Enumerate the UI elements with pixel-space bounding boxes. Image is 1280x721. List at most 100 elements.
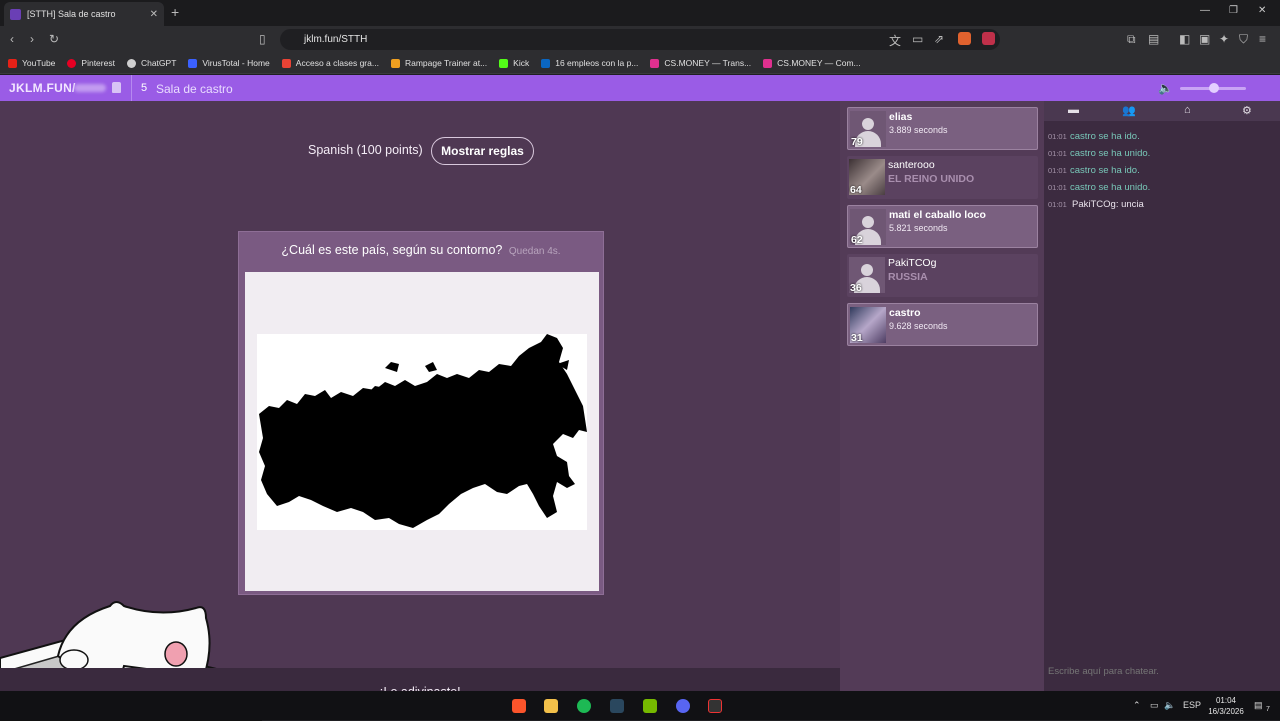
tab-title: [STTH] Sala de castro: [27, 9, 116, 19]
volume-icon[interactable]: 🔈: [1158, 81, 1173, 95]
player-card: 64 santerooo EL REINO UNIDO: [847, 156, 1038, 199]
sidebar-icon[interactable]: ◧: [1179, 32, 1190, 46]
cast-icon[interactable]: ▭: [912, 32, 923, 46]
chat-message: 01:01 castro se ha unido.: [1048, 182, 1151, 193]
players-tab-icon[interactable]: 👥: [1122, 104, 1136, 117]
player-card: 31 castro 9.628 seconds: [847, 303, 1038, 346]
bookmark-youtube[interactable]: YouTube: [8, 58, 55, 68]
clock-time: 01:04: [1215, 696, 1237, 705]
notifications-icon[interactable]: ▤: [1254, 700, 1263, 711]
share-icon[interactable]: ⇗: [934, 32, 944, 46]
chat-message: 01:01 castro se ha ido.: [1048, 165, 1140, 176]
player-points: 79: [851, 136, 863, 148]
player-last-answer: EL REINO UNIDO: [888, 173, 975, 185]
bookmark-pinterest[interactable]: Pinterest: [67, 58, 115, 68]
chat-log: 01:01 castro se ha ido. 01:01 castro se ha…: [1048, 131, 1150, 216]
brave-rewards-icon[interactable]: [982, 32, 995, 45]
player-name: mati el caballo loco: [889, 209, 986, 221]
room-header: JKLM.FUN/ 5 Sala de castro 🔈: [0, 75, 1280, 101]
discord-icon[interactable]: [676, 699, 690, 713]
bookmark-csmoney-com[interactable]: CS.MONEY — Com...: [763, 58, 861, 68]
player-points: 36: [850, 282, 862, 294]
site-logo[interactable]: JKLM.FUN/: [9, 81, 76, 95]
maximize-icon[interactable]: ❐: [1229, 5, 1238, 16]
tray-expand-icon[interactable]: ⌃: [1133, 700, 1141, 711]
chat-message: 01:01 castro se ha ido.: [1048, 131, 1140, 142]
dictionary-label: Spanish (100 points): [308, 143, 423, 157]
minimize-icon[interactable]: —: [1200, 5, 1210, 16]
bookmarks-bar: YouTube Pinterest ChatGPT VirusTotal - H…: [0, 53, 1280, 74]
input-language[interactable]: ESP: [1183, 700, 1201, 710]
bookmark-chatgpt[interactable]: ChatGPT: [126, 58, 176, 68]
player-name: PakiTCOg: [888, 257, 937, 269]
network-icon[interactable]: ▭: [1150, 700, 1159, 711]
spotify-icon[interactable]: [577, 699, 591, 713]
bookmark-csmoney-trans[interactable]: CS.MONEY — Trans...: [650, 58, 751, 68]
browser-tab[interactable]: [STTH] Sala de castro ✕: [4, 2, 164, 26]
brave-shields-icon[interactable]: [958, 32, 971, 45]
clock-date: 16/3/2026: [1208, 707, 1244, 716]
country-outline-frame: [245, 272, 599, 591]
notification-count: 7: [1266, 706, 1270, 713]
player-count: 5: [141, 82, 148, 94]
player-answer-time: 3.889 seconds: [889, 125, 948, 135]
chatgpt-icon: [126, 58, 136, 68]
close-tab-icon[interactable]: ✕: [150, 9, 158, 20]
russia-silhouette: [259, 334, 587, 528]
game-area: Spanish (100 points) Mostrar reglas ¿Cuá…: [0, 101, 840, 721]
player-card: 79 elias 3.889 seconds: [847, 107, 1038, 150]
chat-tab-icon[interactable]: ▬: [1068, 104, 1079, 116]
chat-tabs: ▬ 👥 ⌂ ⚙: [1044, 101, 1280, 121]
bookmark-empleos[interactable]: 16 empleos con la p...: [541, 58, 638, 68]
player-card: 36 PakiTCOg RUSSIA: [847, 254, 1038, 297]
lock-icon[interactable]: [112, 82, 121, 93]
gmail-icon: [281, 58, 291, 68]
site-favicon-icon: [10, 8, 21, 20]
player-points: 62: [851, 234, 863, 246]
bookmark-virustotal[interactable]: VirusTotal - Home: [188, 58, 270, 68]
volume-slider-handle[interactable]: [1209, 83, 1219, 93]
steam-icon[interactable]: [610, 699, 624, 713]
back-icon[interactable]: ‹: [10, 32, 14, 46]
file-explorer-icon[interactable]: [544, 699, 558, 713]
new-tab-icon[interactable]: +: [171, 4, 179, 20]
url-text: jklm.fun/STTH: [304, 34, 368, 45]
chat-message: 01:01 castro se ha unido.: [1048, 148, 1151, 159]
reload-icon[interactable]: ↻: [49, 32, 59, 46]
player-name: castro: [889, 307, 921, 319]
csmoney-icon: [763, 58, 773, 68]
home-tab-icon[interactable]: ⌂: [1184, 104, 1191, 116]
player-answer-time: 5.821 seconds: [889, 223, 948, 233]
settings-tab-icon[interactable]: ⚙: [1242, 104, 1252, 117]
close-window-icon[interactable]: ✕: [1258, 5, 1266, 16]
forward-icon[interactable]: ›: [30, 32, 34, 46]
question-line: ¿Cuál es este país, según su contorno? Q…: [239, 243, 603, 257]
bookmark-kick[interactable]: Kick: [499, 58, 529, 68]
wallet-icon[interactable]: ▣: [1199, 32, 1210, 46]
browser-tab-bar: [STTH] Sala de castro ✕ + — ❐ ✕: [0, 0, 1280, 26]
youtube-icon: [8, 58, 17, 68]
question-box: ¿Cuál es este país, según su contorno? Q…: [238, 231, 604, 595]
brave-taskbar-icon[interactable]: [512, 699, 526, 713]
bookmark-rampage[interactable]: Rampage Trainer at...: [390, 58, 487, 68]
tab-search-icon[interactable]: ▤: [1148, 32, 1159, 46]
country-outline-image: [257, 334, 587, 530]
extensions-icon[interactable]: ⧉: [1127, 32, 1136, 47]
system-clock[interactable]: 01:04 16/3/2026: [1200, 695, 1252, 717]
speaker-icon[interactable]: 🔈: [1164, 700, 1175, 711]
question-text: ¿Cuál es este país, según su contorno?: [281, 243, 503, 257]
chat-input[interactable]: [1048, 660, 1276, 682]
time-left: Quedan 4s.: [508, 246, 561, 257]
obs-icon[interactable]: [708, 699, 722, 713]
show-rules-button[interactable]: Mostrar reglas: [431, 137, 534, 165]
nvidia-icon[interactable]: [643, 699, 657, 713]
translate-icon[interactable]: 文: [889, 32, 901, 49]
bookmark-clases[interactable]: Acceso a clases gra...: [281, 58, 379, 68]
rampage-icon: [390, 58, 400, 68]
menu-icon[interactable]: ≡: [1259, 32, 1266, 46]
vpn-icon[interactable]: ⛉: [1239, 32, 1248, 47]
chat-message: 01:01 PakiTCOg: uncia: [1048, 199, 1144, 210]
bookmark-icon[interactable]: ▯: [259, 32, 266, 46]
linkedin-icon: [541, 58, 551, 68]
leo-ai-icon[interactable]: ✦: [1219, 32, 1229, 46]
